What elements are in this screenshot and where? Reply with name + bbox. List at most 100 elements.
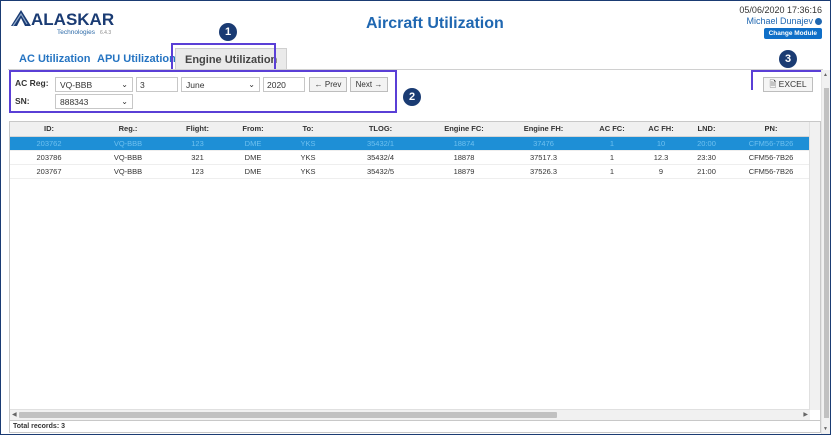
col-header-id[interactable]: ID: bbox=[10, 122, 88, 137]
cell-tlog: 35432/5 bbox=[337, 164, 424, 179]
logo-subtext: Technologies bbox=[57, 29, 95, 36]
change-module-button[interactable]: Change Module bbox=[763, 28, 822, 39]
cell-ac-fh: 12.3 bbox=[641, 150, 681, 165]
col-header-engine-fh[interactable]: Engine FH: bbox=[504, 122, 583, 137]
cell-engine-fh: 37526.3 bbox=[504, 164, 583, 179]
app-version: 6.4.3 bbox=[100, 30, 112, 36]
cell-flight: 123 bbox=[168, 136, 227, 151]
col-header-tlog[interactable]: TLOG: bbox=[337, 122, 424, 137]
page-vertical-scrollbar[interactable]: ▲ ▼ bbox=[821, 70, 830, 434]
sn-select[interactable]: 888343 ⌄ bbox=[55, 94, 133, 109]
tab-ac-utilization[interactable]: AC Utilization bbox=[19, 53, 91, 65]
tab-apu-utilization[interactable]: APU Utilization bbox=[97, 53, 176, 65]
prev-button[interactable]: ← Prev bbox=[309, 77, 347, 92]
day-input[interactable]: 3 bbox=[136, 77, 178, 92]
user-panel: 05/06/2020 17:36:16 Michael Dunajev Chan… bbox=[692, 5, 822, 39]
cell-tlog: 35432/4 bbox=[337, 150, 424, 165]
ac-reg-label: AC Reg: bbox=[15, 78, 49, 88]
table-row[interactable]: 203767 VQ-BBB 123 DME YKS 35432/5 18879 … bbox=[10, 164, 810, 179]
cell-ac-fc: 1 bbox=[583, 150, 641, 165]
annotation-badge-1: 1 bbox=[219, 23, 237, 41]
logo-wing-icon bbox=[11, 10, 31, 27]
cell-id: 203767 bbox=[10, 164, 88, 179]
horizontal-scroll-thumb[interactable] bbox=[19, 412, 557, 418]
user-name-link[interactable]: Michael Dunajev bbox=[692, 16, 822, 26]
cell-to: YKS bbox=[279, 164, 337, 179]
document-icon: 🗎 bbox=[769, 79, 777, 89]
cell-ac-fc: 1 bbox=[583, 136, 641, 151]
cell-engine-fc: 18878 bbox=[424, 150, 504, 165]
cell-id: 203762 bbox=[10, 136, 88, 151]
grid-horizontal-scrollbar[interactable]: ◀ ▶ bbox=[10, 409, 810, 420]
cell-engine-fc: 18879 bbox=[424, 164, 504, 179]
grid-vertical-scrollbar[interactable] bbox=[809, 122, 820, 410]
month-value: June bbox=[186, 80, 205, 90]
col-header-ac-fc[interactable]: AC FC: bbox=[583, 122, 641, 137]
col-header-engine-fc[interactable]: Engine FC: bbox=[424, 122, 504, 137]
cell-to: YKS bbox=[279, 136, 337, 151]
logo-text: ALASKAR bbox=[31, 10, 115, 29]
cell-reg: VQ-BBB bbox=[88, 150, 168, 165]
cell-reg: VQ-BBB bbox=[88, 136, 168, 151]
cell-to: YKS bbox=[279, 150, 337, 165]
cell-engine-fh: 37517.3 bbox=[504, 150, 583, 165]
data-table: ID: Reg.: Flight: From: To: TLOG: Engine… bbox=[10, 122, 810, 179]
col-header-ac-fh[interactable]: AC FH: bbox=[641, 122, 681, 137]
cell-engine-fc: 18874 bbox=[424, 136, 504, 151]
excel-export-button[interactable]: 🗎 EXCEL bbox=[763, 77, 813, 92]
table-row[interactable]: 203762 VQ-BBB 123 DME YKS 35432/1 18874 … bbox=[10, 136, 810, 151]
col-header-pn[interactable]: PN: bbox=[732, 122, 810, 137]
page-title: Aircraft Utilization bbox=[366, 15, 504, 32]
gear-icon[interactable] bbox=[815, 18, 822, 25]
cell-lnd: 20:00 bbox=[681, 136, 732, 151]
cell-engine-fh: 37476 bbox=[504, 136, 583, 151]
engine-utilization-grid: ID: Reg.: Flight: From: To: TLOG: Engine… bbox=[9, 121, 821, 421]
col-header-to[interactable]: To: bbox=[279, 122, 337, 137]
cell-id: 203786 bbox=[10, 150, 88, 165]
ac-reg-select[interactable]: VQ-BBB ⌄ bbox=[55, 77, 133, 92]
cell-tlog: 35432/1 bbox=[337, 136, 424, 151]
cell-flight: 123 bbox=[168, 164, 227, 179]
alaskar-logo: ALASKAR Technologies 6.4.3 bbox=[9, 6, 129, 38]
scroll-right-icon[interactable]: ▶ bbox=[803, 410, 808, 421]
chevron-down-icon: ⌄ bbox=[248, 80, 255, 89]
cell-pn: CFM56-7B26 bbox=[732, 164, 810, 179]
cell-pn: CFM56-7B26 bbox=[732, 136, 810, 151]
cell-pn: CFM56-7B26 bbox=[732, 150, 810, 165]
cell-reg: VQ-BBB bbox=[88, 164, 168, 179]
scroll-down-icon[interactable]: ▼ bbox=[823, 426, 828, 432]
chevron-down-icon: ⌄ bbox=[121, 97, 128, 106]
vertical-scroll-thumb[interactable] bbox=[824, 88, 829, 418]
table-row[interactable]: 203786 VQ-BBB 321 DME YKS 35432/4 18878 … bbox=[10, 150, 810, 165]
month-select[interactable]: June ⌄ bbox=[181, 77, 260, 92]
sn-label: SN: bbox=[15, 96, 30, 106]
col-header-flight[interactable]: Flight: bbox=[168, 122, 227, 137]
table-header-row: ID: Reg.: Flight: From: To: TLOG: Engine… bbox=[10, 122, 810, 137]
scroll-up-icon[interactable]: ▲ bbox=[823, 72, 828, 78]
chevron-down-icon: ⌄ bbox=[121, 80, 128, 89]
cell-ac-fh: 10 bbox=[641, 136, 681, 151]
cell-lnd: 23:30 bbox=[681, 150, 732, 165]
cell-lnd: 21:00 bbox=[681, 164, 732, 179]
scroll-left-icon[interactable]: ◀ bbox=[12, 410, 17, 421]
cell-from: DME bbox=[227, 164, 279, 179]
col-header-from[interactable]: From: bbox=[227, 122, 279, 137]
ac-reg-value: VQ-BBB bbox=[60, 80, 93, 90]
cell-from: DME bbox=[227, 136, 279, 151]
cell-ac-fh: 9 bbox=[641, 164, 681, 179]
tab-highlight-outline bbox=[171, 43, 276, 70]
cell-from: DME bbox=[227, 150, 279, 165]
year-input[interactable]: 2020 bbox=[263, 77, 305, 92]
next-button[interactable]: Next → bbox=[350, 77, 388, 92]
total-records: Total records: 3 bbox=[9, 421, 821, 433]
current-datetime: 05/06/2020 17:36:16 bbox=[739, 5, 822, 15]
cell-ac-fc: 1 bbox=[583, 164, 641, 179]
col-header-reg[interactable]: Reg.: bbox=[88, 122, 168, 137]
excel-label: EXCEL bbox=[778, 79, 807, 89]
annotation-badge-3: 3 bbox=[779, 50, 797, 68]
sn-value: 888343 bbox=[60, 97, 89, 107]
cell-flight: 321 bbox=[168, 150, 227, 165]
user-name[interactable]: Michael Dunajev bbox=[746, 16, 813, 26]
col-header-lnd[interactable]: LND: bbox=[681, 122, 732, 137]
annotation-badge-2: 2 bbox=[403, 88, 421, 106]
